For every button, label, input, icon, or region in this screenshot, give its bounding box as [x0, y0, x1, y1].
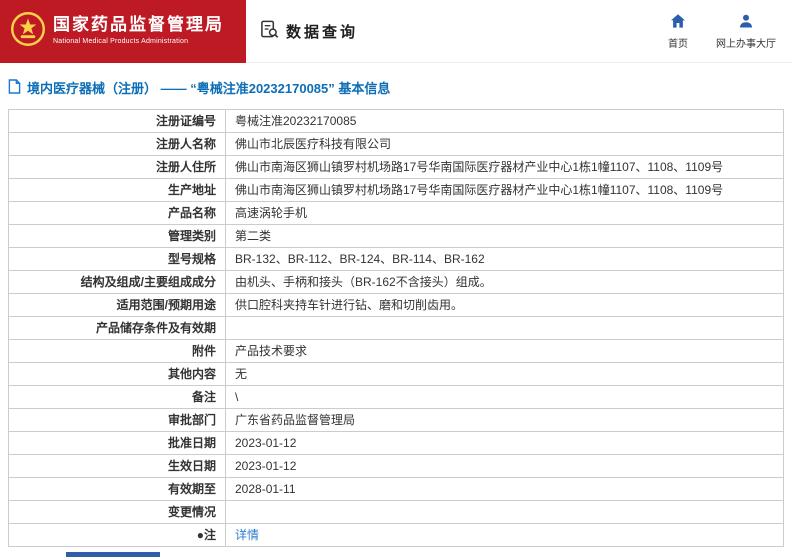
table-row: 生效日期2023-01-12: [9, 455, 784, 478]
agency-name-cn: 国家药品监督管理局: [53, 16, 224, 35]
agency-name-en: National Medical Products Administration: [53, 38, 224, 46]
table-row: 管理类别第二类: [9, 225, 784, 248]
row-label: 管理类别: [9, 225, 226, 248]
row-value: BR-132、BR-112、BR-124、BR-114、BR-162: [226, 248, 784, 271]
row-value: 2023-01-12: [226, 432, 784, 455]
site-header: 国家药品监督管理局 National Medical Products Admi…: [0, 0, 792, 63]
table-row: ●注详情: [9, 524, 784, 547]
data-query-icon: [260, 20, 279, 43]
row-value: 2023-01-12: [226, 455, 784, 478]
info-table-body: 注册证编号粤械注准20232170085注册人名称佛山市北辰医疗科技有限公司注册…: [9, 110, 784, 547]
table-row: 注册人住所佛山市南海区狮山镇罗村机场路17号华南国际医疗器材产业中心1栋1幢11…: [9, 156, 784, 179]
table-row: 注册证编号粤械注准20232170085: [9, 110, 784, 133]
row-label: 注册人名称: [9, 133, 226, 156]
table-row: 变更情况: [9, 501, 784, 524]
table-row: 注册人名称佛山市北辰医疗科技有限公司: [9, 133, 784, 156]
row-label: 其他内容: [9, 363, 226, 386]
row-label: 适用范围/预期用途: [9, 294, 226, 317]
row-label: 有效期至: [9, 478, 226, 501]
table-row: 备注\: [9, 386, 784, 409]
info-table: 注册证编号粤械注准20232170085注册人名称佛山市北辰医疗科技有限公司注册…: [8, 109, 784, 547]
home-icon: [670, 13, 686, 32]
breadcrumb: 境内医疗器械（注册） —— “粤械注准20232170085” 基本信息: [0, 63, 792, 109]
row-value: \: [226, 386, 784, 409]
document-icon: [8, 79, 21, 97]
row-value: 产品技术要求: [226, 340, 784, 363]
row-label: 审批部门: [9, 409, 226, 432]
table-row: 有效期至2028-01-11: [9, 478, 784, 501]
data-query-label: 数据查询: [286, 21, 358, 42]
row-label: 注册人住所: [9, 156, 226, 179]
table-row: 批准日期2023-01-12: [9, 432, 784, 455]
detail-link[interactable]: 详情: [235, 528, 259, 542]
row-label: 生效日期: [9, 455, 226, 478]
table-row: 适用范围/预期用途供口腔科夹持车针进行钻、磨和切削齿用。: [9, 294, 784, 317]
table-row: 附件产品技术要求: [9, 340, 784, 363]
row-value: 佛山市南海区狮山镇罗村机场路17号华南国际医疗器材产业中心1栋1幢1107、11…: [226, 156, 784, 179]
row-label: 产品储存条件及有效期: [9, 317, 226, 340]
row-value: 详情: [226, 524, 784, 547]
row-label: 型号规格: [9, 248, 226, 271]
table-row: 审批部门广东省药品监督管理局: [9, 409, 784, 432]
row-value: 粤械注准20232170085: [226, 110, 784, 133]
row-label: 备注: [9, 386, 226, 409]
service-hall-link[interactable]: 网上办事大厅: [716, 13, 776, 50]
row-value: [226, 317, 784, 340]
service-hall-label: 网上办事大厅: [716, 35, 776, 50]
table-row: 型号规格BR-132、BR-112、BR-124、BR-114、BR-162: [9, 248, 784, 271]
table-row: 产品储存条件及有效期: [9, 317, 784, 340]
row-label: 生产地址: [9, 179, 226, 202]
row-value: 广东省药品监督管理局: [226, 409, 784, 432]
table-row: 生产地址佛山市南海区狮山镇罗村机场路17号华南国际医疗器材产业中心1栋1幢110…: [9, 179, 784, 202]
row-value: 由机头、手柄和接头（BR-162不含接头）组成。: [226, 271, 784, 294]
row-value: 供口腔科夹持车针进行钻、磨和切削齿用。: [226, 294, 784, 317]
header-links: 首页 网上办事大厅: [668, 13, 792, 50]
table-row: 结构及组成/主要组成成分由机头、手柄和接头（BR-162不含接头）组成。: [9, 271, 784, 294]
row-value: 第二类: [226, 225, 784, 248]
row-value: 高速涡轮手机: [226, 202, 784, 225]
row-label: 批准日期: [9, 432, 226, 455]
user-icon: [738, 13, 754, 32]
row-label: 变更情况: [9, 501, 226, 524]
row-value: 佛山市南海区狮山镇罗村机场路17号华南国际医疗器材产业中心1栋1幢1107、11…: [226, 179, 784, 202]
agency-name: 国家药品监督管理局 National Medical Products Admi…: [53, 16, 224, 45]
data-query-title: 数据查询: [260, 20, 358, 43]
national-emblem-icon: [10, 11, 46, 52]
table-row: 其他内容无: [9, 363, 784, 386]
row-label: 注册证编号: [9, 110, 226, 133]
home-label: 首页: [668, 35, 688, 50]
row-value: [226, 501, 784, 524]
row-value: 佛山市北辰医疗科技有限公司: [226, 133, 784, 156]
row-label: 结构及组成/主要组成成分: [9, 271, 226, 294]
home-link[interactable]: 首页: [668, 13, 688, 50]
row-label: 附件: [9, 340, 226, 363]
row-value: 无: [226, 363, 784, 386]
row-label: 产品名称: [9, 202, 226, 225]
breadcrumb-text: 境内医疗器械（注册） —— “粤械注准20232170085” 基本信息: [27, 78, 390, 97]
table-row: 产品名称高速涡轮手机: [9, 202, 784, 225]
row-label: ●注: [9, 524, 226, 547]
row-value: 2028-01-11: [226, 478, 784, 501]
footer-fragment: [66, 552, 160, 557]
agency-brand: 国家药品监督管理局 National Medical Products Admi…: [0, 0, 246, 63]
